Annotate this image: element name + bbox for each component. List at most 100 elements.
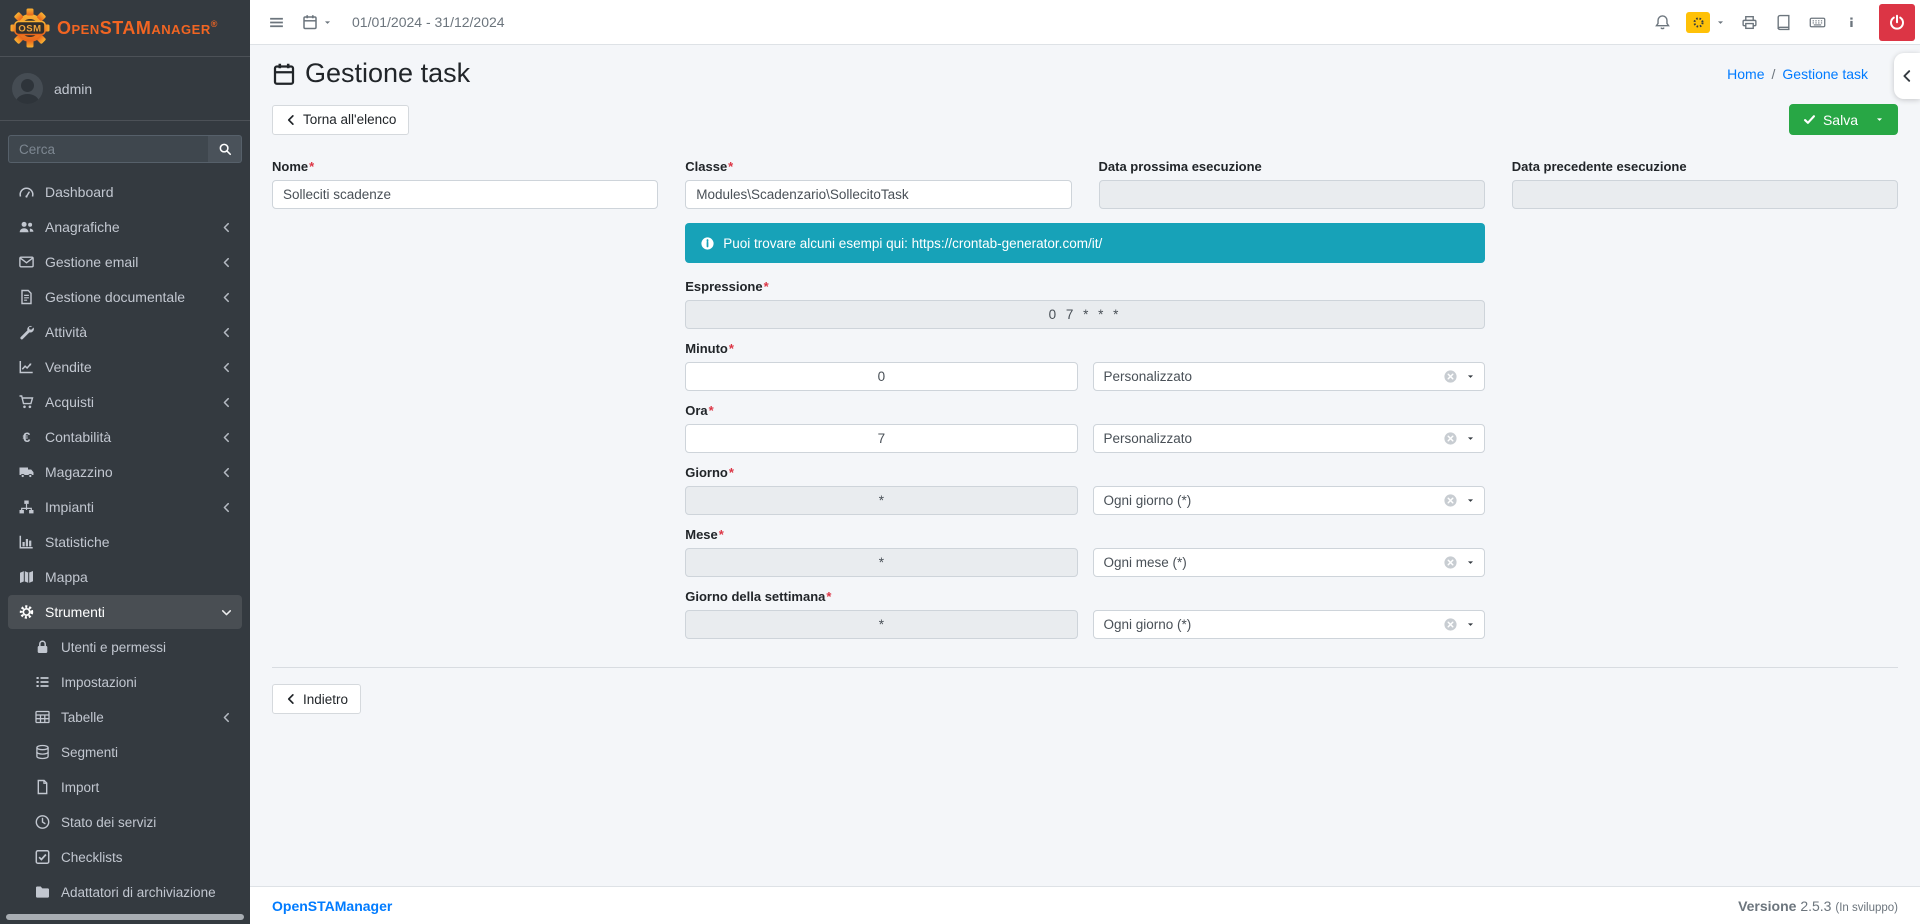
chevron-left-icon	[221, 292, 232, 303]
sidebar-item-checklists[interactable]: Checklists	[8, 840, 242, 874]
clear-icon[interactable]	[1443, 369, 1458, 384]
sidebar-item-stato-dei-servizi[interactable]: Stato dei servizi	[8, 805, 242, 839]
save-button[interactable]: Salva	[1789, 104, 1898, 135]
date-range-text: 01/01/2024 - 31/12/2024	[352, 14, 505, 30]
sidebar-item-label: Gestione documentale	[45, 289, 185, 305]
clear-icon[interactable]	[1443, 617, 1458, 632]
clear-icon[interactable]	[1443, 555, 1458, 570]
info-button[interactable]	[1835, 4, 1867, 40]
notifications-button[interactable]	[1646, 4, 1678, 40]
logout-button[interactable]	[1879, 4, 1915, 41]
brand-link[interactable]: OSM OpenSTAManager®	[0, 0, 250, 57]
sidebar-item-impostazioni[interactable]: Impostazioni	[8, 665, 242, 699]
sidebar-horizontal-scrollbar[interactable]	[6, 914, 244, 920]
sidebar-item-vendite[interactable]: Vendite	[8, 350, 242, 384]
sidebar-item-gestione-email[interactable]: Gestione email	[8, 245, 242, 279]
nome-input[interactable]	[272, 180, 658, 209]
print-button[interactable]	[1733, 4, 1765, 40]
users-icon	[18, 219, 35, 235]
menu-icon	[268, 14, 285, 31]
search-icon	[218, 142, 232, 156]
footer-brand-link[interactable]: OpenSTAManager	[272, 898, 392, 914]
sidebar-toggle-button[interactable]	[260, 4, 292, 40]
ora-select[interactable]: Personalizzato	[1093, 424, 1485, 453]
sidebar-item-gestione-documentale[interactable]: Gestione documentale	[8, 280, 242, 314]
minuto-input[interactable]	[685, 362, 1077, 391]
data-prossima-label: Data prossima esecuzione	[1099, 159, 1485, 174]
chevron-left-icon	[221, 432, 232, 443]
sidebar-item-mappa[interactable]: Mappa	[8, 560, 242, 594]
giorno-input	[685, 486, 1077, 515]
field-giorno-settimana: Giorno della settimana* Ogni giorno (*)	[685, 589, 1485, 639]
shortcuts-button[interactable]	[1801, 4, 1833, 40]
chevron-left-icon	[285, 114, 297, 126]
sidebar-item-statistiche[interactable]: Statistiche	[8, 525, 242, 559]
sidebar-item-impianti[interactable]: Impianti	[8, 490, 242, 524]
minuto-select[interactable]: Personalizzato	[1093, 362, 1485, 391]
data-precedente-label: Data precedente esecuzione	[1512, 159, 1898, 174]
chevron-left-icon	[221, 502, 232, 513]
database-icon	[34, 744, 51, 760]
sidebar-item-tabelle[interactable]: Tabelle	[8, 700, 242, 734]
classe-label: Classe*	[685, 159, 1071, 174]
breadcrumb-home-link[interactable]: Home	[1727, 66, 1764, 82]
sidebar-item-strumenti[interactable]: Strumenti	[8, 595, 242, 629]
user-name: admin	[54, 81, 92, 97]
chevron-left-icon	[221, 257, 232, 268]
cart-icon	[18, 394, 35, 410]
sidebar-item-label: Import	[61, 780, 99, 795]
spinner-icon	[1692, 16, 1705, 29]
mese-input	[685, 548, 1077, 577]
mese-select[interactable]: Ogni mese (*)	[1093, 548, 1485, 577]
sidebar-item-label: Impostazioni	[61, 675, 137, 690]
docs-button[interactable]	[1767, 4, 1799, 40]
espressione-input	[685, 300, 1485, 329]
tasks-dropdown[interactable]	[1680, 4, 1731, 40]
date-range-dropdown[interactable]	[302, 14, 332, 30]
tasks-badge	[1686, 12, 1710, 33]
search-button[interactable]	[208, 135, 242, 163]
sidebar-item-dashboard[interactable]: Dashboard	[8, 175, 242, 209]
sidebar-item-label: Gestione email	[45, 254, 138, 270]
clear-icon[interactable]	[1443, 493, 1458, 508]
keyboard-icon	[1808, 14, 1827, 31]
back-to-list-button[interactable]: Torna all'elenco	[272, 105, 409, 135]
field-nome: Nome*	[272, 159, 658, 209]
sidebar-item-label: Vendite	[45, 359, 92, 375]
field-ora: Ora* Personalizzato	[685, 403, 1485, 453]
caret-down-icon	[1466, 434, 1475, 443]
sidebar-item-label: Segmenti	[61, 745, 118, 760]
sidebar-item-anagrafiche[interactable]: Anagrafiche	[8, 210, 242, 244]
ora-input[interactable]	[685, 424, 1077, 453]
classe-input[interactable]	[685, 180, 1071, 209]
sidebar: OSM OpenSTAManager® admin Dashboard Anagr…	[0, 0, 250, 924]
sidebar-menu: Dashboard Anagrafiche Gestione email Gestio…	[0, 173, 250, 909]
gauge-icon	[18, 184, 35, 200]
giorno-settimana-select[interactable]: Ogni giorno (*)	[1093, 610, 1485, 639]
sidebar-item-segmenti[interactable]: Segmenti	[8, 735, 242, 769]
sidebar-item-contabilit[interactable]: Contabilità	[8, 420, 242, 454]
sidebar-item-attivit[interactable]: Attività	[8, 315, 242, 349]
sidebar-item-magazzino[interactable]: Magazzino	[8, 455, 242, 489]
collapse-panel-tab[interactable]	[1894, 53, 1920, 99]
data-prossima-input	[1099, 180, 1485, 209]
folder-icon	[34, 884, 51, 900]
book-icon	[1775, 14, 1792, 31]
back-button[interactable]: Indietro	[272, 684, 361, 714]
info-icon	[1844, 15, 1859, 30]
search-input[interactable]	[8, 135, 208, 163]
clear-icon[interactable]	[1443, 431, 1458, 446]
sidebar-item-label: Strumenti	[45, 604, 105, 620]
minuto-label: Minuto*	[685, 341, 1485, 356]
sidebar-item-acquisti[interactable]: Acquisti	[8, 385, 242, 419]
check-icon	[1803, 113, 1816, 126]
user-panel[interactable]: admin	[0, 57, 250, 121]
sidebar-item-label: Dashboard	[45, 184, 114, 200]
breadcrumb-separator: /	[1772, 66, 1776, 82]
calendar-icon	[272, 62, 296, 86]
sidebar-item-import[interactable]: Import	[8, 770, 242, 804]
sidebar-item-utenti-e-permessi[interactable]: Utenti e permessi	[8, 630, 242, 664]
sidebar-item-adattatori-di-archiviazione[interactable]: Adattatori di archiviazione	[8, 875, 242, 909]
giorno-select[interactable]: Ogni giorno (*)	[1093, 486, 1485, 515]
breadcrumb-current-link[interactable]: Gestione task	[1782, 66, 1868, 82]
